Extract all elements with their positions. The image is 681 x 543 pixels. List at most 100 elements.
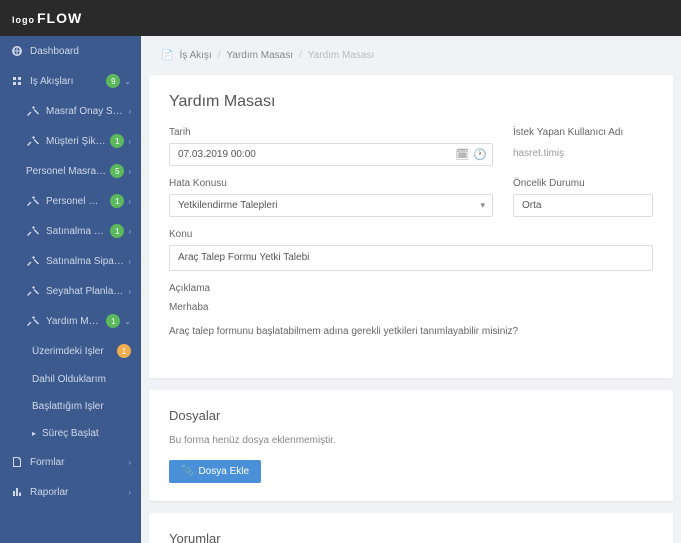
tools-icon: [26, 224, 40, 238]
chevron-down-icon: ⌄: [124, 77, 131, 86]
sidebar-sub-dahil[interactable]: Dahil Olduklarım: [0, 366, 141, 393]
files-empty-msg: Bu forma henüz dosya eklenmemiştir.: [169, 435, 653, 446]
comments-card: Yorumlar Bu forma henüz yorum eklenmemiş…: [149, 513, 673, 543]
badge: 1: [110, 134, 124, 148]
sidebar-sub-surec-baslat[interactable]: Süreç Başlat: [0, 420, 141, 447]
topbar: logoFLOW: [0, 0, 681, 36]
calendar-icon[interactable]: 🗓: [455, 148, 469, 161]
tarih-input[interactable]: [169, 143, 493, 166]
badge: 1: [110, 224, 124, 238]
sidebar-item-personel-masraf-2[interactable]: Personel Masraf Formu 1 ›: [0, 186, 141, 216]
document-icon: 📄: [161, 50, 173, 61]
breadcrumb-mid[interactable]: Yardım Masası: [226, 50, 293, 61]
tools-icon: [26, 314, 40, 328]
aciklama-label: Açıklama: [169, 283, 653, 294]
clock-icon[interactable]: 🕐: [473, 148, 487, 161]
sidebar-item-label: Personel Masraf Formu: [46, 196, 106, 207]
sidebar-item-label: Masraf Onay Süreci: [46, 106, 124, 117]
sidebar-item-label: Formlar: [30, 457, 124, 468]
istek-value: hasret.timiş: [513, 143, 653, 164]
sidebar-formlar[interactable]: Formlar ›: [0, 447, 141, 477]
breadcrumb-separator: /: [299, 50, 302, 61]
sidebar-item-label: Raporlar: [30, 487, 124, 498]
form-card: Yardım Masası Tarih 🗓 🕐 İstek Yapan Kull…: [149, 75, 673, 378]
chevron-right-icon: ›: [128, 137, 131, 146]
hata-label: Hata Konusu: [169, 178, 493, 189]
badge: 9: [106, 74, 120, 88]
sidebar-item-label: Başlattığım İşler: [32, 401, 131, 412]
tarih-label: Tarih: [169, 127, 493, 138]
sidebar-item-yardim-masasi[interactable]: Yardım Masası 1 ⌄: [0, 306, 141, 336]
chevron-right-icon: ›: [128, 167, 131, 176]
attach-icon: 📎: [181, 466, 193, 477]
sidebar-item-seyahat[interactable]: Seyahat Planlama ›: [0, 276, 141, 306]
sidebar-sub-uzerimdeki[interactable]: Üzerimdeki İşler 1: [0, 336, 141, 366]
istek-label: İstek Yapan Kullanıcı Adı: [513, 127, 653, 138]
tools-icon: [26, 254, 40, 268]
sidebar-item-label: Üzerimdeki İşler: [32, 346, 113, 357]
badge: 5: [110, 164, 124, 178]
sidebar-item-satinalma-siparis[interactable]: Satınalma Sipariş ›: [0, 246, 141, 276]
aciklama-text: Merhaba Araç talep formunu başlatabilmem…: [169, 300, 653, 340]
add-file-button[interactable]: 📎 Dosya Ekle: [169, 460, 261, 483]
sidebar-item-label: Yardım Masası: [46, 316, 102, 327]
sidebar-dashboard[interactable]: Dashboard: [0, 36, 141, 66]
files-title: Dosyalar: [169, 408, 653, 423]
forms-icon: [10, 455, 24, 469]
sidebar-item-label: Satınalma Sipariş: [46, 256, 124, 267]
sidebar-item-label: İş Akışları: [30, 76, 102, 87]
flow-icon: [10, 74, 24, 88]
breadcrumb-separator: /: [218, 50, 221, 61]
files-card: Dosyalar Bu forma henüz dosya eklenmemiş…: [149, 390, 673, 501]
dashboard-icon: [10, 44, 24, 58]
sidebar-item-label: Satınalma Sipariş Onayı: [46, 226, 106, 237]
chevron-right-icon: ›: [128, 197, 131, 206]
aciklama-line: Araç talep formunu başlatabilmem adına g…: [169, 324, 653, 340]
chevron-right-icon: ›: [128, 488, 131, 497]
page-title: Yardım Masası: [169, 93, 653, 111]
sidebar-item-personel-masraf-1[interactable]: Personel Masraf Formu 5 ›: [0, 156, 141, 186]
sidebar: Dashboard İş Akışları 9 ⌄ Masraf Onay Sü…: [0, 36, 141, 543]
sidebar-item-label: Personel Masraf Formu: [26, 166, 106, 177]
sidebar-is-akislari[interactable]: İş Akışları 9 ⌄: [0, 66, 141, 96]
chevron-right-icon: ›: [128, 107, 131, 116]
badge: 1: [106, 314, 120, 328]
breadcrumb: 📄 İş Akışı / Yardım Masası / Yardım Masa…: [141, 36, 681, 75]
sidebar-sub-baslattigim[interactable]: Başlattığım İşler: [0, 393, 141, 420]
chevron-right-icon: ›: [128, 287, 131, 296]
sidebar-item-label: Dashboard: [30, 46, 131, 57]
konu-label: Konu: [169, 229, 653, 240]
tools-icon: [26, 194, 40, 208]
breadcrumb-root[interactable]: İş Akışı: [179, 50, 211, 61]
comments-title: Yorumlar: [169, 531, 653, 543]
logo-prefix: logo: [12, 15, 35, 25]
oncelik-input[interactable]: [513, 194, 653, 217]
badge: 1: [117, 344, 131, 358]
main-content: 📄 İş Akışı / Yardım Masası / Yardım Masa…: [141, 36, 681, 543]
tools-icon: [26, 284, 40, 298]
sidebar-item-label: Seyahat Planlama: [46, 286, 124, 297]
tools-icon: [26, 134, 40, 148]
breadcrumb-current: Yardım Masası: [308, 50, 375, 61]
aciklama-line: Merhaba: [169, 300, 653, 316]
oncelik-label: Öncelik Durumu: [513, 178, 653, 189]
chevron-right-icon: ›: [128, 257, 131, 266]
logo-name: FLOW: [37, 10, 82, 26]
chevron-right-icon: ›: [128, 227, 131, 236]
logo: logoFLOW: [12, 10, 82, 26]
sidebar-item-musteri-sikayet[interactable]: Müşteri Şikayet Süreci 1 ›: [0, 126, 141, 156]
tools-icon: [26, 104, 40, 118]
badge: 1: [110, 194, 124, 208]
chevron-right-icon: ›: [128, 458, 131, 467]
sidebar-item-satinalma-onay[interactable]: Satınalma Sipariş Onayı 1 ›: [0, 216, 141, 246]
chevron-down-icon: ⌄: [124, 317, 131, 326]
sidebar-item-masraf-onay[interactable]: Masraf Onay Süreci ›: [0, 96, 141, 126]
sidebar-item-label: Dahil Olduklarım: [32, 374, 131, 385]
reports-icon: [10, 485, 24, 499]
sidebar-raporlar[interactable]: Raporlar ›: [0, 477, 141, 507]
sidebar-item-label: Müşteri Şikayet Süreci: [46, 136, 106, 147]
hata-select[interactable]: [169, 194, 493, 217]
sidebar-item-label: Süreç Başlat: [42, 428, 131, 439]
button-label: Dosya Ekle: [198, 466, 249, 477]
konu-input[interactable]: Araç Talep Formu Yetki Talebi: [169, 245, 653, 271]
